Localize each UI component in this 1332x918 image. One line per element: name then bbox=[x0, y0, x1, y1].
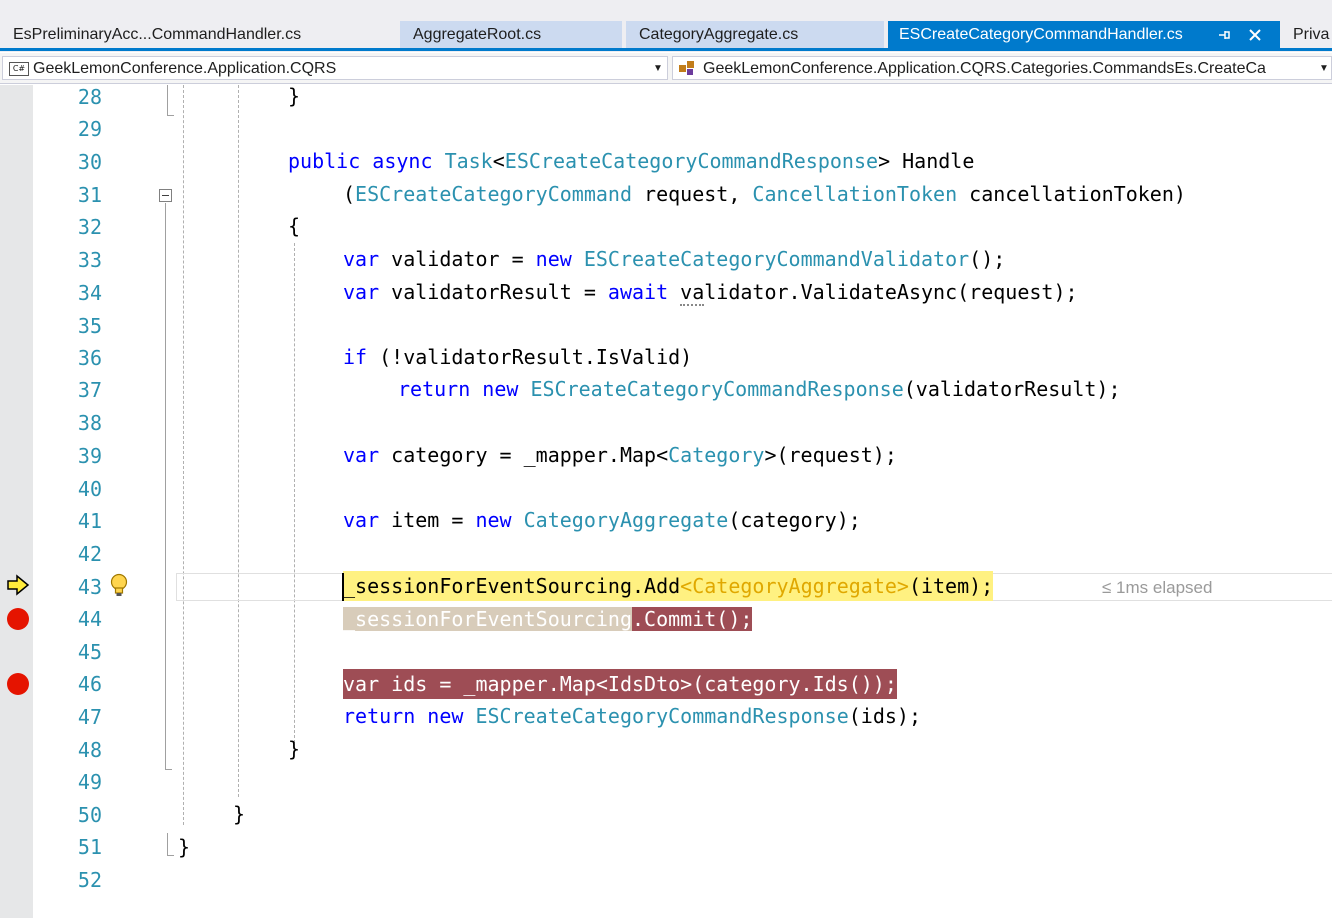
close-icon[interactable] bbox=[1245, 21, 1265, 48]
tab-priva[interactable]: Priva bbox=[1282, 21, 1332, 48]
code-editor[interactable]: 28 29 30 31 32 33 34 35 36 37 38 39 40 4… bbox=[0, 84, 1332, 918]
code-line: (ESCreateCategoryCommand request, Cancel… bbox=[343, 182, 1186, 206]
line-number: 48 bbox=[77, 738, 102, 762]
line-number: 50 bbox=[77, 803, 102, 827]
line-number: 29 bbox=[77, 117, 102, 141]
line-number: 45 bbox=[77, 640, 102, 664]
code-line: return new ESCreateCategoryCommandRespon… bbox=[398, 377, 1121, 401]
line-number: 37 bbox=[77, 378, 102, 402]
collapse-toggle[interactable] bbox=[159, 189, 172, 202]
code-line: var validator = new ESCreateCategoryComm… bbox=[343, 247, 1006, 271]
outline-line bbox=[165, 203, 166, 769]
line-number: 33 bbox=[77, 248, 102, 272]
project-dropdown[interactable]: C# GeekLemonConference.Application.CQRS … bbox=[2, 56, 668, 80]
line-number: 42 bbox=[77, 542, 102, 566]
indent-guide bbox=[294, 243, 295, 743]
line-number: 28 bbox=[77, 85, 102, 109]
member-name: GeekLemonConference.Application.CQRS.Cat… bbox=[703, 60, 1266, 77]
tab-label: ESCreateCategoryCommandHandler.cs bbox=[899, 26, 1183, 43]
code-line: } bbox=[233, 802, 246, 826]
outline-bracket bbox=[167, 833, 174, 856]
perf-tip-elapsed[interactable]: ≤ 1ms elapsed bbox=[1102, 575, 1212, 601]
code-line: } bbox=[288, 84, 301, 108]
code-line: var item = new CategoryAggregate(categor… bbox=[343, 508, 861, 532]
line-number: 43 bbox=[77, 575, 102, 599]
line-number: 35 bbox=[77, 314, 102, 338]
line-number: 36 bbox=[77, 346, 102, 370]
code-line: public async Task<ESCreateCategoryComman… bbox=[288, 149, 975, 173]
breakpoint-icon[interactable] bbox=[7, 608, 29, 630]
suggestion-dots: va bbox=[680, 280, 705, 306]
glyph-margin[interactable] bbox=[0, 85, 33, 918]
project-name: GeekLemonConference.Application.CQRS bbox=[33, 60, 337, 77]
class-member-icon bbox=[679, 61, 694, 75]
csharp-project-icon: C# bbox=[9, 62, 29, 76]
breakpoint-icon[interactable] bbox=[7, 673, 29, 695]
indent-guide bbox=[238, 85, 239, 797]
lightbulb-icon[interactable] bbox=[108, 573, 130, 599]
line-number: 34 bbox=[77, 281, 102, 305]
line-number: 46 bbox=[77, 672, 102, 696]
code-line: } bbox=[178, 835, 191, 859]
current-statement-arrow-icon bbox=[7, 574, 30, 596]
outline-bracket bbox=[165, 761, 172, 770]
outline-bracket bbox=[167, 85, 174, 116]
line-number: 40 bbox=[77, 477, 102, 501]
line-number: 31 bbox=[77, 183, 102, 207]
line-number: 51 bbox=[77, 835, 102, 859]
tab-accent-line bbox=[0, 48, 1332, 51]
code-line: var validatorResult = await validator.Va… bbox=[343, 280, 1078, 306]
tab-category-aggregate[interactable]: CategoryAggregate.cs bbox=[626, 21, 884, 48]
chevron-down-icon: ▼ bbox=[1319, 63, 1329, 74]
code-line: if (!validatorResult.IsValid) bbox=[343, 345, 693, 369]
tab-label: AggregateRoot.cs bbox=[413, 26, 542, 43]
code-line: } bbox=[288, 737, 301, 761]
line-number: 39 bbox=[77, 444, 102, 468]
chevron-down-icon: ▼ bbox=[653, 63, 663, 74]
tab-aggregate-root[interactable]: AggregateRoot.cs bbox=[400, 21, 622, 48]
tab-label: EsPreliminaryAcc...CommandHandler.cs bbox=[13, 26, 302, 43]
line-number: 49 bbox=[77, 770, 102, 794]
line-number: 30 bbox=[77, 150, 102, 174]
line-number: 38 bbox=[77, 411, 102, 435]
tab-espreliminary-command-handler[interactable]: EsPreliminaryAcc...CommandHandler.cs bbox=[0, 21, 398, 48]
code-line: return new ESCreateCategoryCommandRespon… bbox=[343, 704, 921, 728]
current-statement-line: _sessionForEventSourcing.Add<CategoryAgg… bbox=[343, 571, 994, 601]
line-number: 44 bbox=[77, 607, 102, 631]
pin-icon[interactable] bbox=[1214, 21, 1234, 48]
text-caret bbox=[342, 573, 344, 601]
navigation-bar: C# GeekLemonConference.Application.CQRS … bbox=[0, 53, 1332, 84]
line-number: 52 bbox=[77, 868, 102, 892]
code-line: { bbox=[288, 214, 301, 238]
tab-label: CategoryAggregate.cs bbox=[639, 26, 799, 43]
indent-guide bbox=[183, 85, 184, 825]
code-line: var category = _mapper.Map<Category>(req… bbox=[343, 443, 897, 467]
breakpoint-line: _sessionForEventSourcing.Commit(); bbox=[343, 607, 753, 631]
breakpoint-line: var ids = _mapper.Map<IdsDto>(category.I… bbox=[343, 669, 897, 699]
member-dropdown[interactable]: GeekLemonConference.Application.CQRS.Cat… bbox=[672, 56, 1332, 80]
line-number: 41 bbox=[77, 509, 102, 533]
line-number: 32 bbox=[77, 215, 102, 239]
document-tab-strip: EsPreliminaryAcc...CommandHandler.cs Agg… bbox=[0, 0, 1332, 52]
line-number: 47 bbox=[77, 705, 102, 729]
tab-es-create-category-command-handler[interactable]: ESCreateCategoryCommandHandler.cs bbox=[888, 21, 1280, 48]
tab-label: Priva bbox=[1293, 26, 1330, 43]
